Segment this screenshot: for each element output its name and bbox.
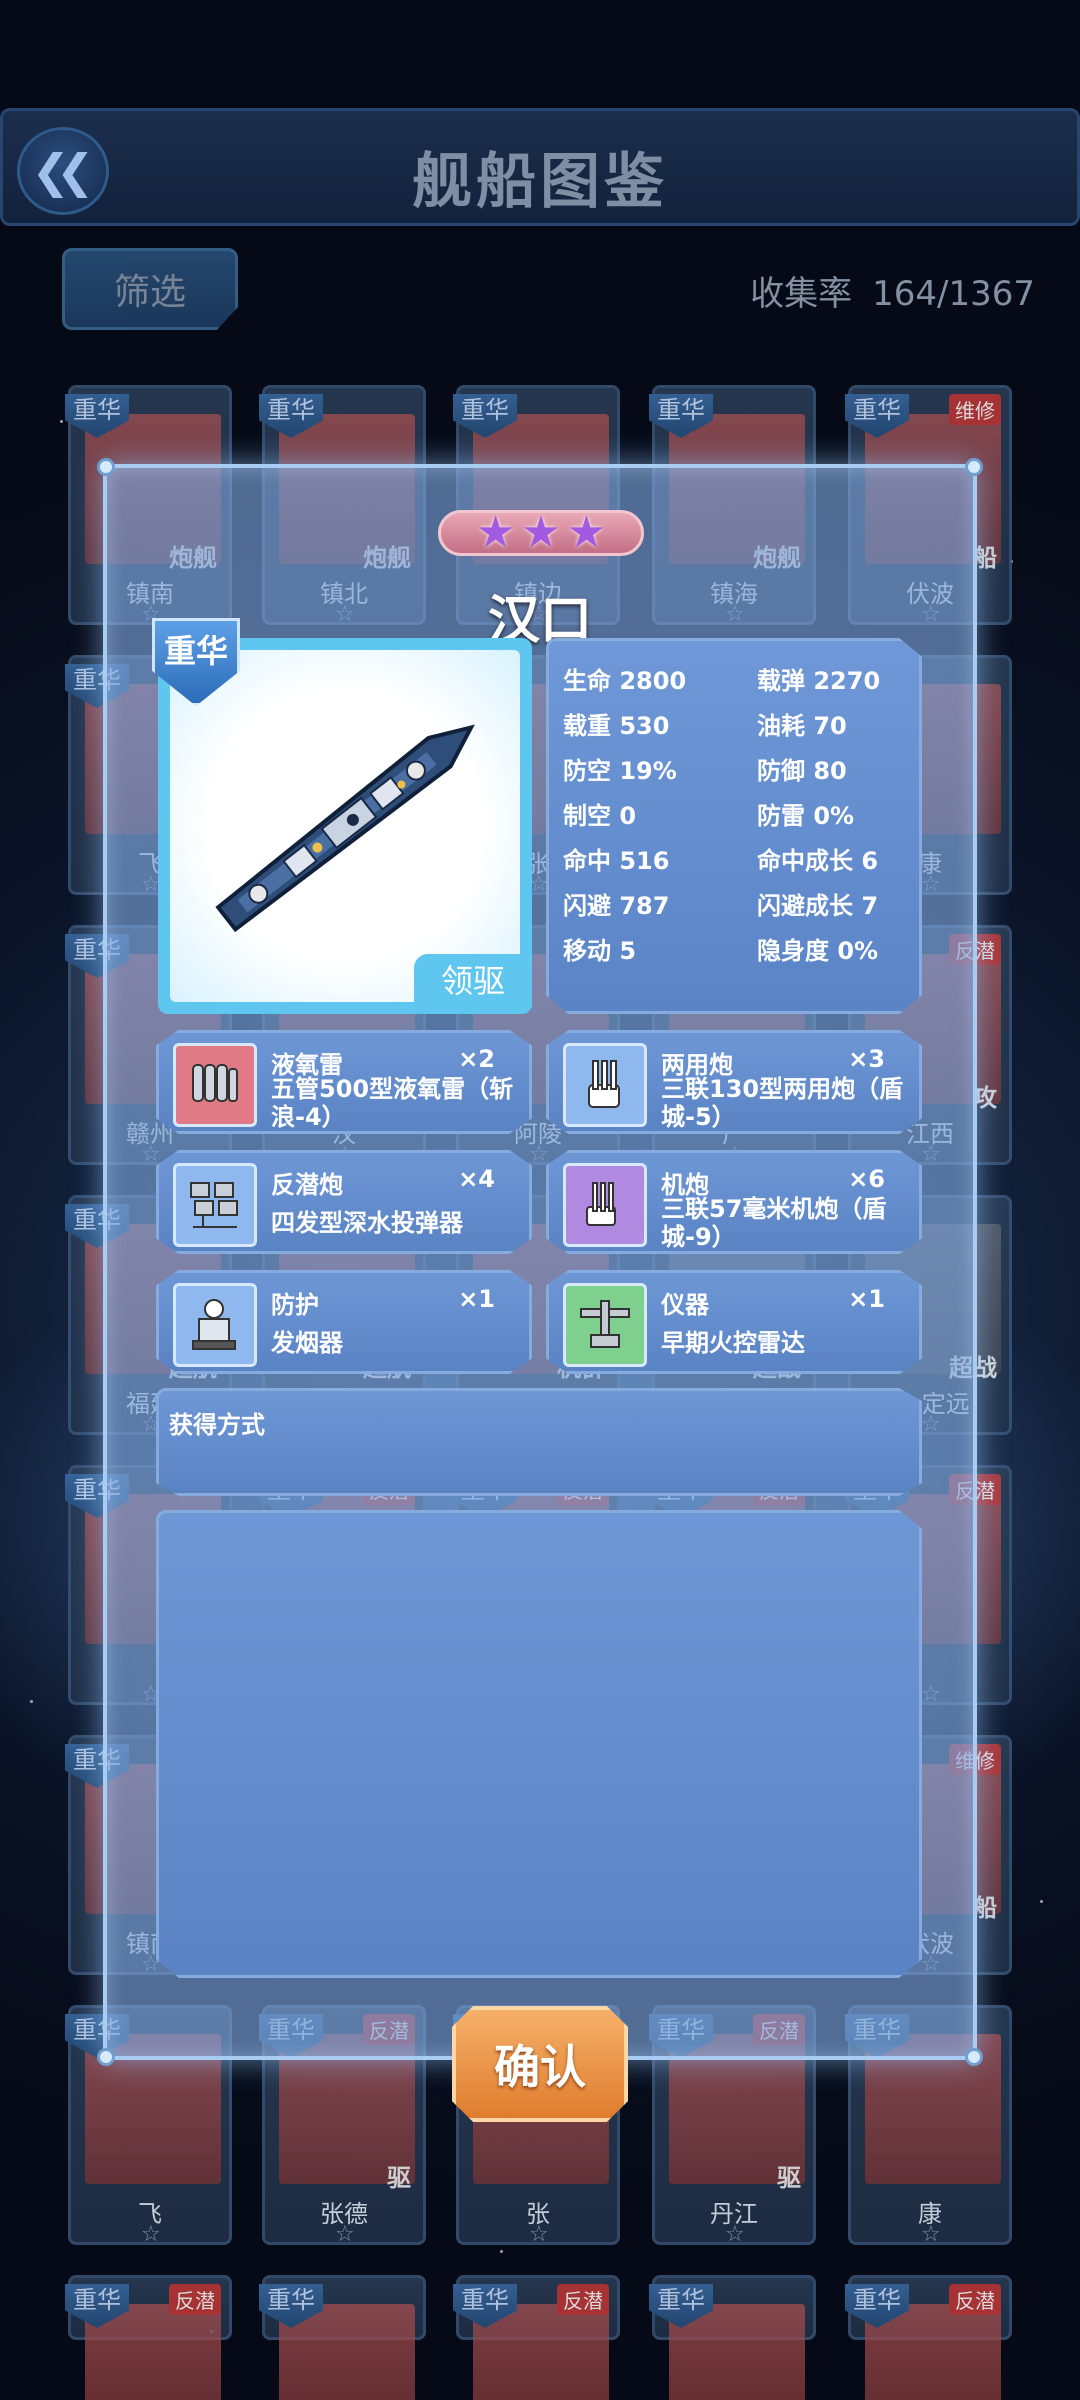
acquisition-content xyxy=(156,1510,922,1978)
equipment-item-name: 发烟器 xyxy=(271,1329,343,1357)
equipment-slot-torpedo[interactable]: 液氧雷 ×2 五管500型液氧雷（斩浪-4） xyxy=(156,1030,532,1134)
equipment-slot-name: 防护 xyxy=(271,1291,319,1319)
stat-fuel: 油耗 70 xyxy=(757,712,847,740)
stat-ammo: 载弹 2270 xyxy=(757,667,881,695)
ship-card[interactable]: 重华汉☆ xyxy=(259,2275,426,2400)
stat-torpedo-defense: 防雷 0% xyxy=(757,802,855,830)
radar-icon xyxy=(563,1283,647,1367)
equipment-count: ×2 xyxy=(458,1045,495,1073)
star-outline-icon: ☆ xyxy=(141,2222,161,2247)
ship-card-role-tag: 反潜 xyxy=(557,2284,609,2315)
star-outline-icon: ☆ xyxy=(529,2222,549,2247)
corner-rivet xyxy=(965,458,983,476)
stat-defense: 防御 80 xyxy=(757,757,847,785)
stat-evasion-growth: 闪避成长 7 xyxy=(757,892,879,920)
destroyer-sprite xyxy=(215,724,475,933)
ship-card-type: 驱 xyxy=(777,2164,801,2192)
equipment-slot-anti-sub[interactable]: 反潜炮 ×4 四发型深水投弹器 xyxy=(156,1150,532,1254)
equipment-item-name: 早期火控雷达 xyxy=(661,1329,805,1357)
equipment-slot-instrument[interactable]: 仪器 ×1 早期火控雷达 xyxy=(546,1270,922,1374)
star-outline-icon: ☆ xyxy=(921,2222,941,2247)
star-outline-icon: ☆ xyxy=(335,2222,355,2247)
equipment-slot-name: 仪器 xyxy=(661,1291,709,1319)
star-icon: ★ xyxy=(566,507,607,558)
stats-panel: 生命 2800 载弹 2270 载重 530 油耗 70 防空 19% 防御 8… xyxy=(546,638,922,1014)
star-outline-icon: ☆ xyxy=(725,2222,745,2247)
equipment-item-name: 三联57毫米机炮（盾城-9） xyxy=(661,1195,887,1251)
header-bar: ❮❮ 舰船图鉴 xyxy=(0,108,1080,226)
collection-rate: 收集率 164/1367 xyxy=(750,266,1035,315)
stat-air-control: 制空 0 xyxy=(563,802,637,830)
page-title: 舰船图鉴 xyxy=(412,147,668,217)
ship-card-type: 驱 xyxy=(387,2164,411,2192)
ship-card-role-tag: 反潜 xyxy=(949,2284,1001,2315)
equipment-count: ×3 xyxy=(848,1045,885,1073)
equipment-count: ×1 xyxy=(458,1285,495,1313)
smoke-generator-icon xyxy=(173,1283,257,1367)
equipment-slot-protection[interactable]: 防护 ×1 发烟器 xyxy=(156,1270,532,1374)
stat-movement: 移动 5 xyxy=(563,937,637,965)
stat-accuracy: 命中 516 xyxy=(563,847,670,875)
star-icon: ★ xyxy=(475,507,516,558)
equipment-count: ×6 xyxy=(848,1165,885,1193)
corner-rivet xyxy=(965,2048,983,2066)
equipment-item-name: 五管500型液氧雷（斩浪-4） xyxy=(271,1075,514,1131)
ship-card[interactable]: 重华反潜攻江西☆ xyxy=(845,2275,1012,2400)
acquisition-header: 获得方式 xyxy=(156,1388,922,1496)
equipment-item-name: 四发型深水投弹器 xyxy=(271,1209,463,1237)
filter-button[interactable]: 筛选 xyxy=(62,248,238,330)
equipment-slot-name: 反潜炮 xyxy=(271,1171,343,1199)
equipment-slot-dual-gun[interactable]: 两用炮 ×3 三联130型两用炮（盾城-5） xyxy=(546,1030,922,1134)
equipment-count: ×4 xyxy=(458,1165,495,1193)
confirm-button[interactable]: 确认 xyxy=(452,2006,628,2122)
ship-card[interactable]: 重华反潜驱阿陵☆ xyxy=(453,2275,620,2400)
ship-card-role-tag: 维修 xyxy=(949,394,1001,425)
equipment-slot-autocannon[interactable]: 机炮 ×6 三联57毫米机炮（盾城-9） xyxy=(546,1150,922,1254)
collection-rate-label: 收集率 xyxy=(750,274,853,314)
ship-card-role-tag: 反潜 xyxy=(169,2284,221,2315)
stat-evasion: 闪避 787 xyxy=(563,892,670,920)
torpedo-icon xyxy=(173,1043,257,1127)
equipment-item-name: 三联130型两用炮（盾城-5） xyxy=(661,1075,904,1131)
stat-hp: 生命 2800 xyxy=(563,667,687,695)
stat-stealth: 隐身度 0% xyxy=(757,937,879,965)
equipment-count: ×1 xyxy=(848,1285,885,1313)
star-icon: ★ xyxy=(521,507,561,558)
stat-anti-air: 防空 19% xyxy=(563,757,677,785)
dual-gun-icon xyxy=(563,1043,647,1127)
corner-rivet xyxy=(97,2048,115,2066)
corner-rivet xyxy=(97,458,115,476)
stat-accuracy-growth: 命中成长 6 xyxy=(757,847,879,875)
depth-charge-icon xyxy=(173,1163,257,1247)
autocannon-icon xyxy=(563,1163,647,1247)
ship-card[interactable]: 重华广☆ xyxy=(649,2275,816,2400)
ship-card[interactable]: 重华反潜驱赣州☆ xyxy=(65,2275,232,2400)
ship-role-label: 领驱 xyxy=(414,954,532,1008)
collection-rate-value: 164/1367 xyxy=(872,274,1035,314)
rarity-stars: ★ ★ ★ xyxy=(438,510,644,556)
acquisition-label: 获得方式 xyxy=(169,1411,265,1439)
stat-capacity: 载重 530 xyxy=(563,712,670,740)
